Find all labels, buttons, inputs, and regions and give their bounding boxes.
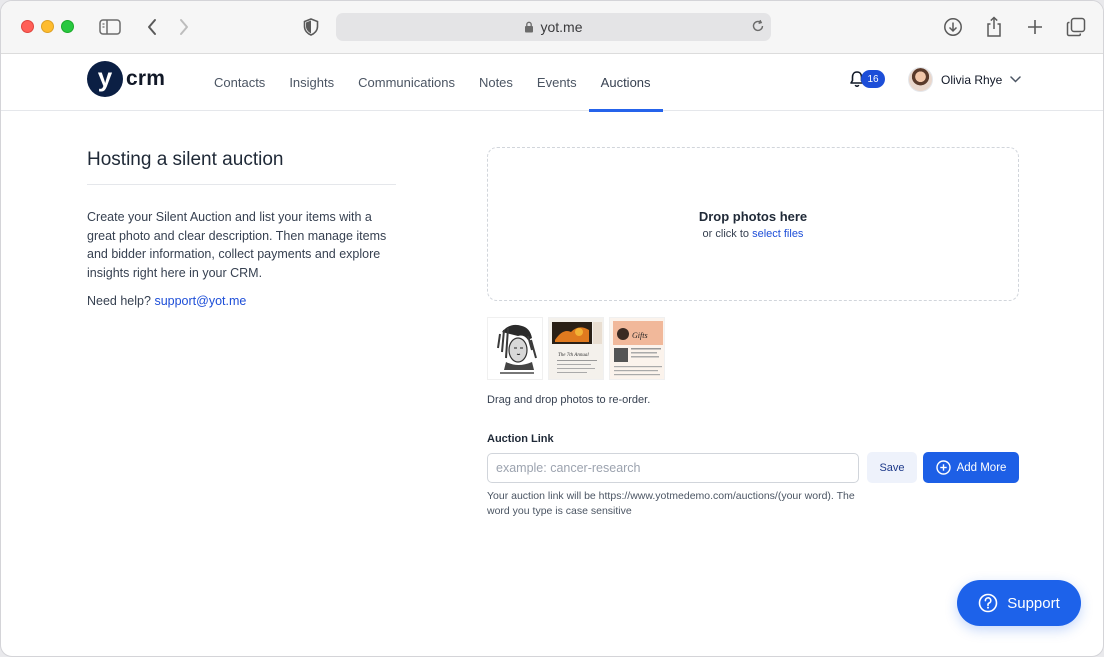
- user-name: Olivia Rhye: [941, 72, 1003, 87]
- help-text: Need help? support@yot.me: [87, 294, 246, 308]
- logo-mark: y: [87, 61, 123, 97]
- auction-description: Create your Silent Auction and list your…: [87, 210, 387, 280]
- lock-icon: [524, 21, 534, 33]
- intro-section: Hosting a silent auction: [87, 149, 397, 171]
- add-more-label: Add More: [956, 461, 1007, 474]
- user-menu[interactable]: Olivia Rhye: [908, 67, 1022, 92]
- close-window-button[interactable]: [21, 20, 34, 33]
- save-button[interactable]: Save: [867, 452, 917, 483]
- sidebar-toggle-icon[interactable]: [98, 15, 122, 39]
- photo-thumbnail[interactable]: The 7th Annual: [548, 317, 604, 380]
- help-circle-icon: [978, 593, 998, 613]
- support-button[interactable]: Support: [957, 580, 1081, 626]
- chevron-down-icon: [1010, 76, 1022, 83]
- nav-notes[interactable]: Notes: [467, 54, 525, 111]
- title-divider: [87, 184, 396, 185]
- address-bar-url: yot.me: [540, 19, 583, 35]
- new-tab-icon[interactable]: [1023, 15, 1047, 39]
- privacy-shield-icon[interactable]: [299, 15, 323, 39]
- avatar: [908, 67, 933, 92]
- downloads-icon[interactable]: [941, 15, 965, 39]
- auction-link-input[interactable]: [487, 453, 859, 483]
- auction-link-hint: Your auction link will be https://www.yo…: [487, 490, 855, 517]
- photo-thumbnail[interactable]: [487, 317, 543, 380]
- forward-icon[interactable]: [172, 15, 196, 39]
- logo-text: crm: [126, 67, 166, 90]
- nav-contacts[interactable]: Contacts: [202, 54, 277, 111]
- dropzone-title: Drop photos here: [698, 208, 808, 224]
- reorder-hint: Drag and drop photos to re-order.: [487, 394, 651, 406]
- page-title: Hosting a silent auction: [87, 149, 284, 170]
- nav-communications[interactable]: Communications: [346, 54, 467, 111]
- dropzone-subtitle-prefix: or click to: [702, 227, 750, 240]
- main-nav: Contacts Insights Communications Notes E…: [202, 54, 663, 112]
- maximize-window-button[interactable]: [61, 20, 74, 33]
- back-icon[interactable]: [140, 15, 164, 39]
- add-more-button[interactable]: Add More: [923, 452, 1019, 483]
- dropzone-subtitle: or click to select files: [703, 228, 804, 240]
- tab-overview-icon[interactable]: [1064, 15, 1088, 39]
- browser-window: yot.me y crm Contacts Insights Communica…: [0, 0, 1104, 657]
- nav-insights[interactable]: Insights: [277, 54, 346, 111]
- browser-toolbar: yot.me: [1, 1, 1103, 54]
- photo-thumbnails: The 7th Annual Gifts: [487, 317, 670, 380]
- support-label: Support: [1007, 594, 1060, 612]
- photo-thumbnail[interactable]: Gifts: [609, 317, 665, 380]
- address-bar[interactable]: yot.me: [336, 13, 771, 41]
- select-files-link[interactable]: select files: [752, 228, 803, 240]
- app-header: y crm Contacts Insights Communications N…: [1, 54, 1103, 112]
- plus-circle-icon: [935, 460, 951, 475]
- auction-link-label: Auction Link: [487, 433, 554, 445]
- help-prefix: Need help?: [87, 294, 151, 308]
- share-icon[interactable]: [982, 15, 1006, 39]
- svg-text:The 7th Annual: The 7th Annual: [558, 353, 589, 358]
- support-email-link[interactable]: support@yot.me: [154, 294, 246, 308]
- crm-logo[interactable]: y crm: [87, 61, 165, 97]
- nav-events[interactable]: Events: [525, 54, 589, 111]
- nav-auctions[interactable]: Auctions: [588, 54, 663, 112]
- photo-dropzone[interactable]: Drop photos here or click to select file…: [487, 147, 1019, 301]
- minimize-window-button[interactable]: [41, 20, 54, 33]
- svg-text:Gifts: Gifts: [632, 331, 648, 340]
- reload-icon[interactable]: [751, 19, 765, 36]
- notification-badge[interactable]: 16: [861, 70, 885, 88]
